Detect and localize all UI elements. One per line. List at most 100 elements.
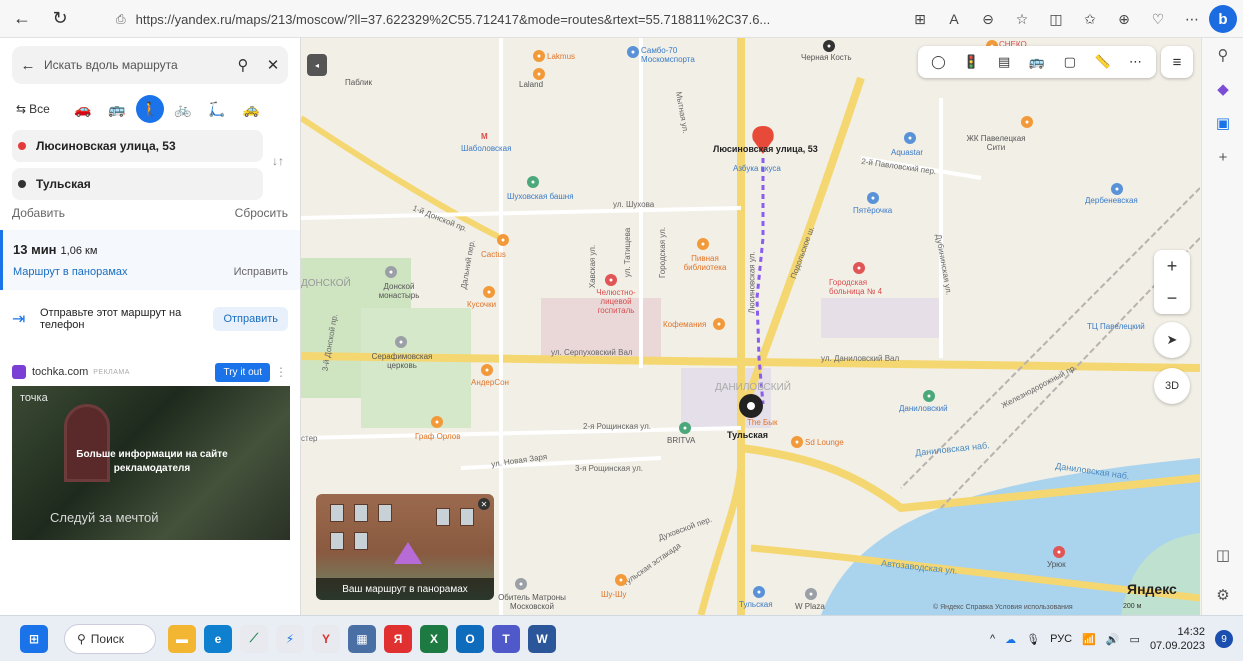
file-explorer-icon[interactable]: ▬ xyxy=(168,624,196,653)
britva-poi-icon[interactable]: ● xyxy=(679,422,691,434)
matrona-label[interactable]: Обитель Матроны Московской xyxy=(497,593,567,611)
donskoy-monastery-label[interactable]: Донской монастырь xyxy=(369,282,429,300)
ad-more-icon[interactable]: ⋮ xyxy=(274,365,288,379)
search-icon[interactable]: ⚲ xyxy=(1202,38,1243,72)
collections-icon[interactable]: ⊕ xyxy=(1107,4,1141,34)
serafim-poi-icon[interactable]: ● xyxy=(395,336,407,348)
cactus-poi-icon[interactable]: ● xyxy=(497,234,509,246)
word-icon[interactable]: W xyxy=(528,624,556,653)
collapse-panel-icon[interactable]: ◂ xyxy=(307,54,327,76)
clock[interactable]: 14:32 07.09.2023 xyxy=(1150,625,1205,653)
battery-icon[interactable]: ▭ xyxy=(1130,633,1140,646)
lyusinovskaya-pin-label[interactable]: Люсиновская улица, 53 xyxy=(713,144,823,154)
pyaterochka-label[interactable]: Пятёрочка xyxy=(853,206,892,215)
donskoy-monastery-poi-icon[interactable]: ● xyxy=(385,266,397,278)
car-icon[interactable]: 🚗 xyxy=(68,95,98,123)
matrona-poi-icon[interactable]: ● xyxy=(515,578,527,590)
shu-shu-poi-icon[interactable]: ● xyxy=(615,574,627,586)
transport-layer-icon[interactable]: 🚌 xyxy=(1025,50,1049,74)
swap-icon[interactable]: ↓↑ xyxy=(272,154,284,168)
page-info-icon[interactable]: ⎙ xyxy=(116,12,126,27)
chernaya-kost-poi-icon[interactable]: ● xyxy=(823,40,835,52)
pivnaya-label[interactable]: Пивная библиотека xyxy=(675,254,735,272)
waypoint-to[interactable]: Тульская xyxy=(12,168,263,200)
show-hidden-icons-icon[interactable]: ^ xyxy=(990,633,995,645)
cactus-label[interactable]: Cactus xyxy=(481,250,506,259)
address-bar[interactable]: ⎙ https://yandex.ru/maps/213/moscow/?ll=… xyxy=(104,6,824,32)
back-arrow-icon[interactable]: ← xyxy=(12,57,44,74)
urok-poi-icon[interactable]: ● xyxy=(1053,546,1065,558)
hospital4-poi-icon[interactable]: ● xyxy=(853,262,865,274)
yandex-app-icon[interactable]: Я xyxy=(384,624,412,653)
mode-all[interactable]: ⇆ Все xyxy=(12,95,54,123)
search-input[interactable]: Искать вдоль маршрута xyxy=(44,58,228,72)
add-waypoint-link[interactable]: Добавить xyxy=(12,206,65,220)
laland-poi-icon[interactable]: ● xyxy=(533,68,545,80)
azbuka-label[interactable]: Азбука вкуса xyxy=(733,164,781,173)
panorama-route-link[interactable]: Маршрут в панорамах xyxy=(13,266,128,278)
copilot-icon[interactable]: ◆ xyxy=(1202,72,1243,106)
route-search-bar[interactable]: ← Искать вдоль маршрута ⚲ ✕ xyxy=(12,46,288,84)
shukhov-poi-icon[interactable]: ● xyxy=(527,176,539,188)
browser-essentials-icon[interactable]: ♡ xyxy=(1141,4,1175,34)
split-screen-icon[interactable]: ◫ xyxy=(1039,4,1073,34)
lakmus-label[interactable]: Lakmus xyxy=(547,52,575,61)
more-options-icon[interactable]: ⋯ xyxy=(1175,4,1209,34)
derbenevskaya-label[interactable]: Дербеневская xyxy=(1085,196,1138,205)
notification-badge[interactable]: 9 xyxy=(1215,630,1233,648)
zoom-in-icon[interactable]: + xyxy=(1154,250,1190,282)
tulskaya-pin-label[interactable]: Тульская xyxy=(727,430,768,440)
kusochki-poi-icon[interactable]: ● xyxy=(483,286,495,298)
language-indicator[interactable]: РУС xyxy=(1050,633,1072,645)
traffic-layer-icon[interactable]: 🚦 xyxy=(959,50,983,74)
close-icon[interactable]: ✕ xyxy=(258,56,288,74)
wifi-icon[interactable]: 📶 xyxy=(1082,633,1096,646)
hospital4-label[interactable]: Городская больница № 4 xyxy=(829,278,899,296)
ruler-icon[interactable]: 📏 xyxy=(1091,50,1115,74)
close-panorama-icon[interactable]: ✕ xyxy=(478,498,490,510)
shukhov-label[interactable]: Шуховская башня xyxy=(507,192,574,201)
chelyustno-poi-icon[interactable]: ● xyxy=(605,274,617,286)
read-aloud-icon[interactable]: A xyxy=(937,4,971,34)
add-icon[interactable]: + xyxy=(1202,140,1243,174)
ad-banner[interactable]: точка Больше информации на сайте рекламо… xyxy=(12,386,290,540)
taxi-icon[interactable]: 🚕 xyxy=(236,95,266,123)
microphone-icon[interactable]: 🎙 xyxy=(1026,633,1040,646)
shabolovskaya-label[interactable]: Шаболовская xyxy=(461,144,511,153)
w-plaza-label[interactable]: W Plaza xyxy=(795,602,825,611)
onedrive-icon[interactable]: ☁ xyxy=(1005,633,1016,646)
andersen-poi-icon[interactable]: ● xyxy=(481,364,493,376)
lakmus-poi-icon[interactable]: ● xyxy=(533,50,545,62)
favorite-star-icon[interactable]: ☆ xyxy=(1005,4,1039,34)
windows-start-icon[interactable]: ⊞ xyxy=(20,624,48,653)
square-layer-icon[interactable]: ▢ xyxy=(1058,50,1082,74)
bus-icon[interactable]: 🚌 xyxy=(102,95,132,123)
edge-browser-icon[interactable]: e xyxy=(204,624,232,653)
panorama-layer-icon[interactable]: ▤ xyxy=(992,50,1016,74)
graf-orlov-poi-icon[interactable]: ● xyxy=(431,416,443,428)
shu-shu-label[interactable]: Шу-Шу xyxy=(601,590,626,599)
excel-icon[interactable]: X xyxy=(420,624,448,653)
serafim-label[interactable]: Серафимовская церковь xyxy=(367,352,437,370)
calculator-icon[interactable]: ▦ xyxy=(348,624,376,653)
favorites-icon[interactable]: ✩ xyxy=(1073,4,1107,34)
chelyustno-label[interactable]: Челюстно-лицевой госпиталь xyxy=(591,288,641,315)
outlook-icon[interactable]: ▣ xyxy=(1202,106,1243,140)
britva-label[interactable]: BRITVA xyxy=(667,436,695,445)
settings-gear-icon[interactable]: ⚙ xyxy=(1202,578,1243,612)
tulskaya-metro-label[interactable]: Тульская xyxy=(739,600,773,609)
sidebar-layout-icon[interactable]: ◫ xyxy=(1202,538,1243,572)
andersen-label[interactable]: АндерСон xyxy=(471,378,509,387)
toggle-3d-button[interactable]: 3D xyxy=(1154,368,1190,404)
the-byk-label[interactable]: The Бык xyxy=(747,418,778,427)
bing-chat-icon[interactable]: b xyxy=(1209,5,1237,33)
pivnaya-poi-icon[interactable]: ● xyxy=(697,238,709,250)
waypoint-from[interactable]: Люсиновская улица, 53 xyxy=(12,130,263,162)
graf-orlov-label[interactable]: Граф Орлов xyxy=(415,432,460,441)
sd-lounge-label[interactable]: Sd Lounge xyxy=(805,438,844,447)
danilovsky-market-label[interactable]: Даниловский xyxy=(899,404,948,413)
taskbar-search[interactable]: ⚲ Поиск xyxy=(64,623,156,654)
derbenevskaya-poi-icon[interactable]: ● xyxy=(1111,183,1123,195)
teams-icon[interactable]: T xyxy=(492,624,520,653)
more-layers-icon[interactable]: ⋯ xyxy=(1123,50,1147,74)
